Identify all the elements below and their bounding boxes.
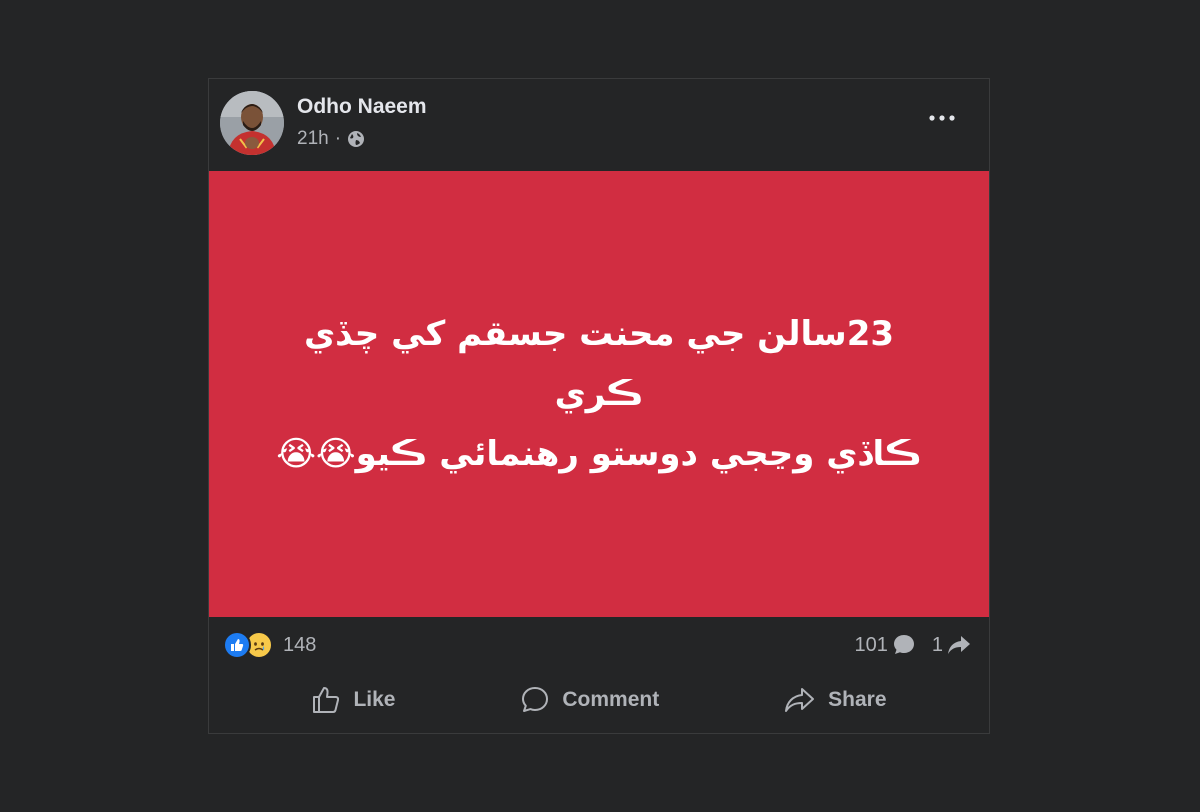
post-text-line-1: 23سالن جي محنت جسقم کي چڏي ڪري [303,314,895,414]
more-options-icon [929,115,955,121]
like-button[interactable]: Like [297,679,409,721]
comment-button[interactable]: Comment [506,679,673,721]
like-button-label: Like [353,688,396,711]
reaction-count: 148 [283,633,317,656]
avatar-photo [220,91,284,155]
engagement-stats: 101 1 [855,633,972,657]
post-actions: Like Comment Share [209,677,989,723]
meta-separator: · [334,128,342,149]
post-meta: 21h · [297,128,365,150]
globe-icon [347,130,365,148]
like-icon [223,631,251,659]
share-count-stat[interactable]: 1 [932,634,971,657]
post-card: Odho Naeem 21h · 23سالن جي محنت جسقم کي … [208,78,990,734]
post-header: Odho Naeem 21h · [209,79,989,171]
more-options-button[interactable] [925,107,959,129]
share-button[interactable]: Share [770,679,900,721]
share-count: 1 [931,633,943,656]
comment-button-label: Comment [562,688,660,711]
post-text: 23سالن جي محنت جسقم کي چڏي ڪري ڪاڏي وڃجي… [259,304,939,484]
post-text-line-2-text: ڪاڏي وڃجي دوستو رهنمائي ڪيو [355,434,922,474]
comment-icon [522,687,549,712]
reactions-summary[interactable]: 148 [223,631,316,659]
share-button-label: Share [828,688,887,711]
author-name[interactable]: Odho Naeem [297,95,427,119]
thumbs-up-icon [313,687,340,713]
comment-bubble-icon [893,635,914,654]
comment-count-stat[interactable]: 101 [855,633,916,657]
crying-emoji: 😭😭 [276,434,356,474]
comment-count: 101 [854,633,888,656]
author-avatar[interactable] [220,91,284,155]
post-media[interactable]: 23سالن جي محنت جسقم کي چڏي ڪري ڪاڏي وڃجي… [209,171,989,617]
share-icon [785,688,815,712]
post-time[interactable]: 21h [297,128,329,150]
post-text-line-2: ڪاڏي وڃجي دوستو رهنمائي ڪيو😭😭 [259,424,939,484]
share-arrow-icon [948,636,970,654]
post-stats: 148 101 1 [209,617,989,679]
